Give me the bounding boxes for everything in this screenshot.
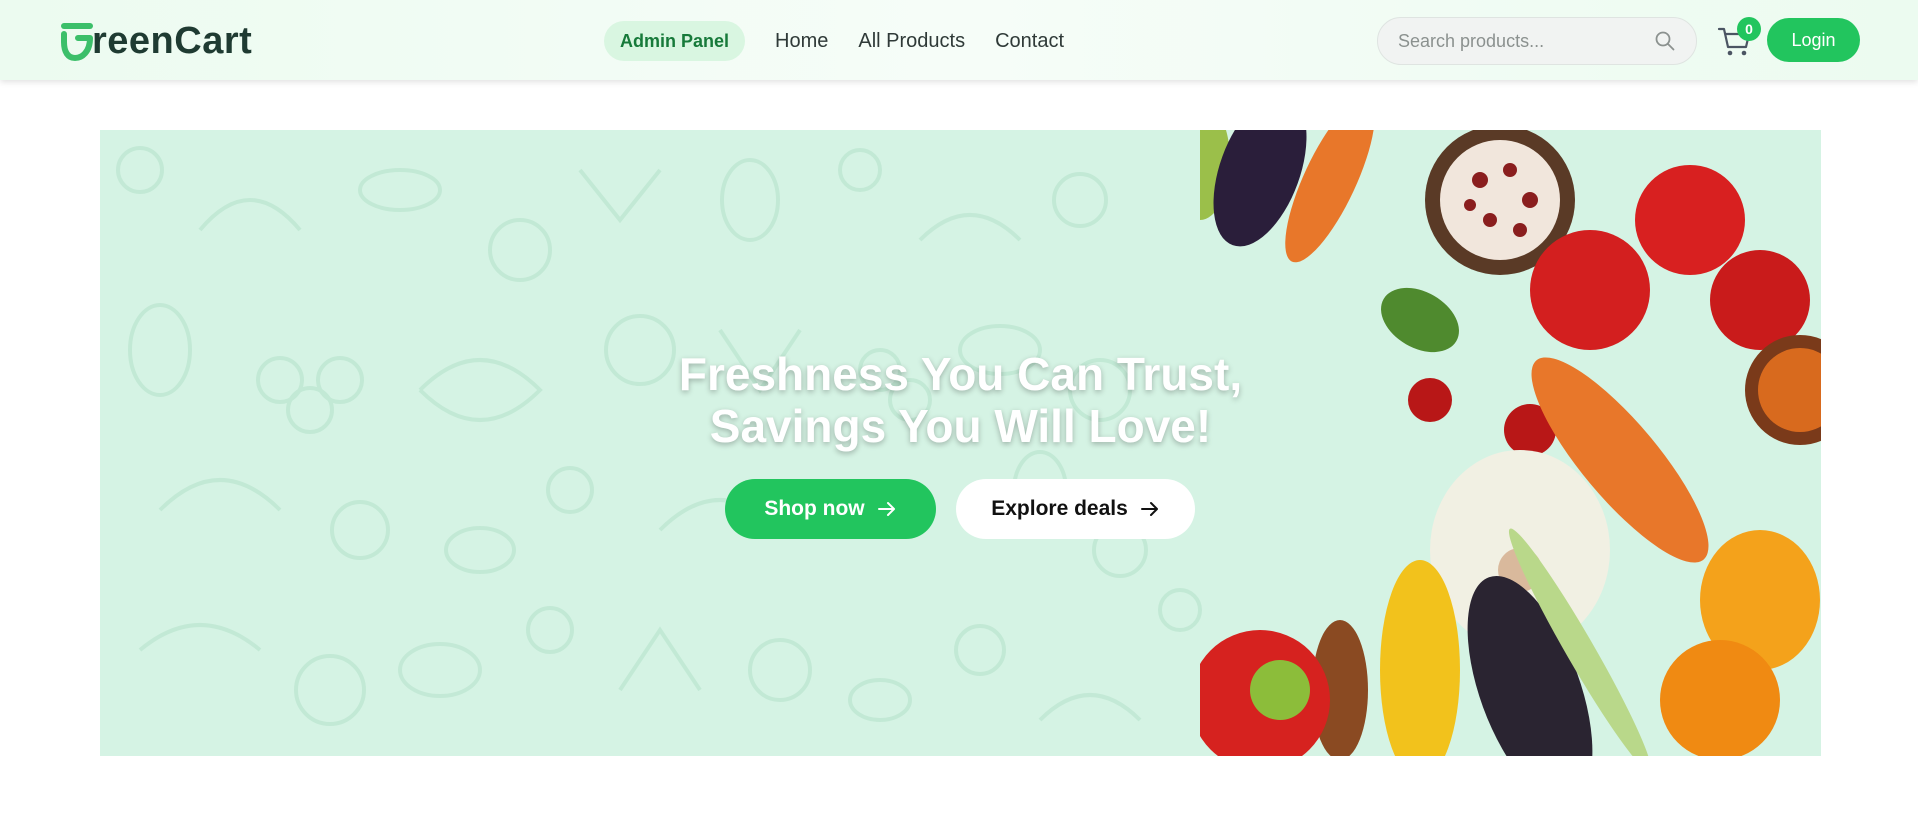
hero-banner: Freshness You Can Trust, Savings You Wil… [100, 130, 1821, 756]
shop-now-label: Shop now [764, 497, 865, 520]
arrow-right-icon [877, 502, 895, 516]
nav-link-home[interactable]: Home [775, 30, 828, 53]
hero-headline-line2: Savings You Will Love! [709, 400, 1212, 452]
search-bar [1377, 17, 1697, 65]
hero-headline-line1: Freshness You Can Trust, [678, 348, 1243, 400]
nav-links: Admin Panel Home All Products Contact [604, 20, 1064, 62]
cart-count-badge: 0 [1737, 17, 1761, 41]
logo-g-icon [61, 23, 93, 62]
search-input[interactable] [1398, 30, 1654, 52]
brand-name: reenCart [92, 20, 253, 62]
admin-panel-button[interactable]: Admin Panel [604, 21, 746, 61]
arrow-right-icon [1140, 502, 1158, 516]
login-button[interactable]: Login [1767, 18, 1860, 62]
brand-logo[interactable]: reenCart [60, 20, 252, 62]
nav-link-all-products[interactable]: All Products [858, 30, 965, 53]
navbar: reenCart Admin Panel Home All Products C… [0, 0, 1918, 80]
explore-deals-button[interactable]: Explore deals [956, 479, 1195, 539]
explore-deals-label: Explore deals [991, 497, 1128, 520]
hero-headline: Freshness You Can Trust, Savings You Wil… [100, 348, 1821, 452]
nav-link-contact[interactable]: Contact [995, 30, 1064, 53]
shop-now-button[interactable]: Shop now [725, 479, 936, 539]
search-icon[interactable] [1654, 30, 1676, 52]
